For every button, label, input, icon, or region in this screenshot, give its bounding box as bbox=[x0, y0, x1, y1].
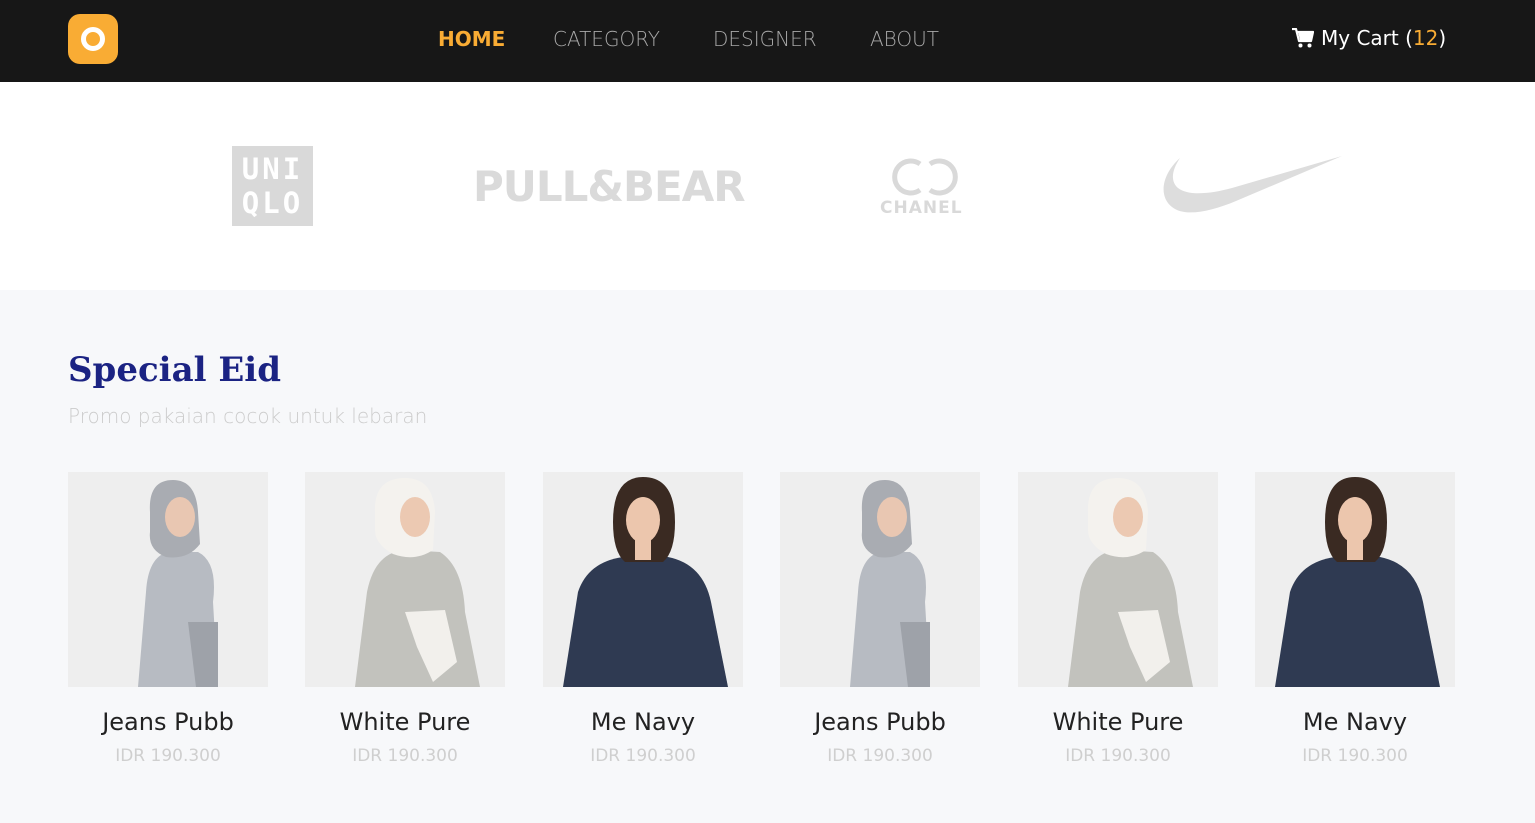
special-eid-section: Special Eid Promo pakaian cocok untuk le… bbox=[0, 290, 1535, 823]
model-white-hijab-image bbox=[1018, 472, 1218, 687]
product-image[interactable] bbox=[543, 472, 743, 687]
model-grey-hijab-image bbox=[68, 472, 268, 687]
nav-home[interactable]: HOME bbox=[438, 27, 505, 51]
top-navbar: HOME CATEGORY DESIGNER ABOUT My Cart (12… bbox=[0, 0, 1535, 82]
model-white-hijab-image bbox=[305, 472, 505, 687]
product-name: White Pure bbox=[1052, 708, 1184, 736]
section-title: Special Eid bbox=[68, 350, 281, 390]
cart-label: My Cart (12) bbox=[1321, 26, 1447, 50]
product-card[interactable]: Me Navy IDR 190.300 bbox=[543, 472, 743, 766]
product-price: IDR 190.300 bbox=[1065, 746, 1171, 766]
pullbear-logo[interactable]: PULL&BEAR bbox=[473, 162, 746, 211]
product-name: Me Navy bbox=[590, 708, 696, 736]
brand-strip: UNI QLO PULL&BEAR CHANEL bbox=[0, 82, 1535, 290]
model-navy-dress-image bbox=[1255, 472, 1455, 687]
section-subtitle: Promo pakaian cocok untuk lebaran bbox=[68, 404, 428, 428]
product-image[interactable] bbox=[68, 472, 268, 687]
product-name: Jeans Pubb bbox=[814, 708, 946, 736]
chanel-cc-icon bbox=[892, 158, 958, 196]
nike-logo[interactable] bbox=[1160, 152, 1342, 222]
nav-about[interactable]: ABOUT bbox=[870, 27, 939, 51]
shopping-cart-icon bbox=[1292, 28, 1314, 48]
model-navy-dress-image bbox=[543, 472, 743, 687]
product-name: White Pure bbox=[339, 708, 471, 736]
product-name: Jeans Pubb bbox=[102, 708, 234, 736]
product-card[interactable]: White Pure IDR 190.300 bbox=[305, 472, 505, 766]
nav-designer[interactable]: DESIGNER bbox=[713, 27, 817, 51]
model-grey-hijab-image bbox=[780, 472, 980, 687]
product-card[interactable]: Me Navy IDR 190.300 bbox=[1255, 472, 1455, 766]
product-price: IDR 190.300 bbox=[352, 746, 458, 766]
product-price: IDR 190.300 bbox=[1302, 746, 1408, 766]
product-image[interactable] bbox=[305, 472, 505, 687]
cart-count: 12 bbox=[1412, 26, 1439, 50]
product-image[interactable] bbox=[780, 472, 980, 687]
product-image[interactable] bbox=[1255, 472, 1455, 687]
product-card[interactable]: Jeans Pubb IDR 190.300 bbox=[68, 472, 268, 766]
nav-category[interactable]: CATEGORY bbox=[553, 27, 660, 51]
logo-ring-icon bbox=[81, 27, 105, 51]
chanel-logo[interactable]: CHANEL bbox=[872, 154, 978, 224]
product-price: IDR 190.300 bbox=[115, 746, 221, 766]
product-price: IDR 190.300 bbox=[827, 746, 933, 766]
site-logo[interactable] bbox=[68, 14, 118, 64]
cart-button[interactable]: My Cart (12) bbox=[1292, 26, 1446, 50]
product-card[interactable]: Jeans Pubb IDR 190.300 bbox=[780, 472, 980, 766]
product-image[interactable] bbox=[1018, 472, 1218, 687]
product-name: Me Navy bbox=[1302, 708, 1408, 736]
uniqlo-logo[interactable]: UNI QLO bbox=[232, 146, 313, 226]
product-card[interactable]: White Pure IDR 190.300 bbox=[1018, 472, 1218, 766]
nike-swoosh-icon bbox=[1163, 156, 1342, 213]
product-price: IDR 190.300 bbox=[590, 746, 696, 766]
